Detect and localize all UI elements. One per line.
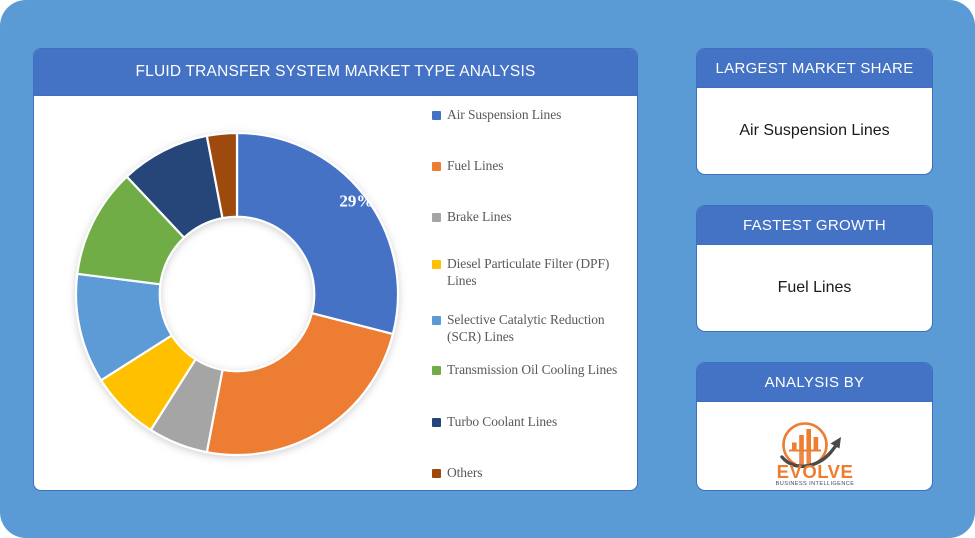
logo-bar-3 [805, 429, 811, 451]
legend-item[interactable]: Turbo Coolant Lines [432, 413, 632, 430]
card-analysis-by: ANALYSIS BY EVOLVE BUSINESS INTELLIGENCE [696, 362, 933, 491]
card-analysis-by-title: ANALYSIS BY [764, 373, 865, 391]
chart-panel: FLUID TRANSFER SYSTEM MARKET TYPE ANALYS… [33, 48, 638, 491]
card-largest-market-share: LARGEST MARKET SHARE Air Suspension Line… [696, 48, 933, 175]
legend-item[interactable]: Air Suspension Lines [432, 106, 632, 123]
legend-color-swatch [432, 162, 441, 171]
logo-bar-4 [813, 437, 818, 451]
card-fastest-growth: FASTEST GROWTH Fuel Lines [696, 205, 933, 332]
legend-item[interactable]: Brake Lines [432, 208, 632, 225]
legend-item[interactable]: Diesel Particulate Filter (DPF) Lines [432, 255, 632, 289]
legend-item-label: Selective Catalytic Reduction (SCR) Line… [447, 312, 605, 344]
chart-panel-header: FLUID TRANSFER SYSTEM MARKET TYPE ANALYS… [34, 49, 637, 96]
donut-slice[interactable] [235, 131, 400, 336]
legend-item[interactable]: Others [432, 464, 632, 481]
card-analysis-by-body: EVOLVE BUSINESS INTELLIGENCE [697, 402, 932, 490]
legend-item-label: Diesel Particulate Filter (DPF) Lines [447, 256, 610, 288]
card-fastest-growth-header: FASTEST GROWTH [697, 206, 932, 245]
legend-color-swatch [432, 366, 441, 375]
legend-color-swatch [432, 316, 441, 325]
donut-chart: 29% [42, 100, 432, 488]
legend-item-label: Transmission Oil Cooling Lines [447, 362, 618, 377]
legend-item[interactable]: Transmission Oil Cooling Lines [432, 361, 632, 378]
card-fastest-growth-body: Fuel Lines [697, 245, 932, 331]
legend-color-swatch [432, 213, 441, 222]
legend-item-label: Fuel Lines [447, 158, 504, 173]
logo-arc-top [781, 422, 828, 447]
legend-color-swatch [432, 260, 441, 269]
card-fastest-growth-value: Fuel Lines [777, 279, 852, 296]
infographic-root: FLUID TRANSFER SYSTEM MARKET TYPE ANALYS… [0, 0, 975, 538]
legend-item-label: Others [447, 465, 483, 480]
donut-chart-svg: 29% [74, 131, 400, 457]
legend-item[interactable]: Selective Catalytic Reduction (SCR) Line… [432, 311, 632, 345]
logo-bar-1 [791, 442, 797, 451]
logo-tagline: BUSINESS INTELLIGENCE [775, 481, 854, 485]
card-analysis-by-header: ANALYSIS BY [697, 363, 932, 402]
legend-item-label: Turbo Coolant Lines [447, 414, 558, 429]
chart-legend: Air Suspension Lines Fuel Lines Brake Line… [432, 101, 637, 489]
legend-item-label: Brake Lines [447, 209, 512, 224]
donut-data-labels-group: 29% [339, 191, 373, 210]
logo-bar-2 [798, 435, 804, 451]
legend-color-swatch [432, 111, 441, 120]
card-largest-market-share-title: LARGEST MARKET SHARE [715, 59, 914, 77]
chart-body: 29% Air Suspension Lines Fuel Lines Brake … [34, 96, 637, 490]
donut-slice-label: 29% [339, 191, 373, 210]
legend-item-label: Air Suspension Lines [447, 107, 562, 122]
card-fastest-growth-title: FASTEST GROWTH [742, 216, 887, 234]
card-largest-market-share-value: Air Suspension Lines [739, 122, 890, 139]
donut-slice[interactable] [205, 311, 395, 457]
card-largest-market-share-header: LARGEST MARKET SHARE [697, 49, 932, 88]
chart-title: FLUID TRANSFER SYSTEM MARKET TYPE ANALYS… [135, 63, 536, 80]
evolve-logo-icon: EVOLVE BUSINESS INTELLIGENCE [775, 422, 854, 485]
legend-color-swatch [432, 469, 441, 478]
donut-slices-group [74, 131, 400, 457]
legend-color-swatch [432, 418, 441, 427]
card-largest-market-share-body: Air Suspension Lines [697, 88, 932, 174]
logo-wordmark: EVOLVE [776, 461, 853, 482]
legend-item[interactable]: Fuel Lines [432, 157, 632, 174]
